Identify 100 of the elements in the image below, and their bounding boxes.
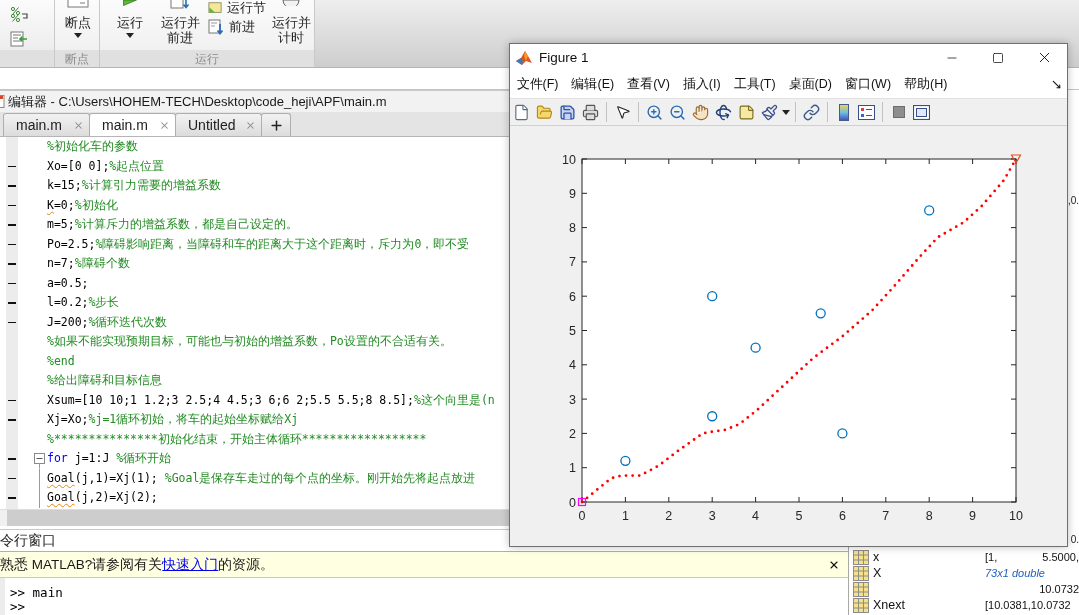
page-icon[interactable] (513, 103, 530, 121)
axis-tick-label: 7 (882, 509, 890, 523)
axis-tick-label: 6 (838, 509, 846, 523)
square-marker (577, 497, 587, 507)
toolstrip-button[interactable]: 运行并计时 (270, 0, 312, 50)
toolstrip-button[interactable]: 运行 (108, 0, 152, 50)
circle-marker (707, 411, 718, 422)
axis-tick-label: 1 (569, 461, 576, 476)
panel-title: 令行窗口 (0, 531, 56, 550)
code-line: Po=2.5;%障碍影响距离，当障碍和车的距离大于这个距离时，斥力为0，即不受 (47, 235, 470, 253)
axis-tick-label: 7 (569, 255, 576, 270)
menu-item[interactable]: 编辑(E) (564, 74, 621, 95)
group-label: 运行 (195, 51, 219, 66)
colorbar-icon[interactable] (838, 103, 849, 121)
axis-tick-label: 9 (969, 509, 977, 523)
legend-icon[interactable] (858, 104, 875, 120)
caret-icon (73, 33, 82, 38)
variable-name: x (873, 550, 880, 564)
circle-marker (837, 428, 848, 439)
percent-icon[interactable] (10, 6, 28, 22)
variable-value: [10.0381,10.0732 (985, 599, 1071, 611)
circle-marker (815, 308, 826, 319)
menu-item[interactable]: 文件(F) (510, 74, 565, 95)
code-line: a=0.5; (47, 274, 89, 292)
code-line: k=15;%计算引力需要的增益系数 (47, 177, 221, 194)
menu-item[interactable]: 插入(I) (676, 74, 728, 95)
horizontal-scrollbar[interactable] (0, 509, 509, 526)
axis-tick-label: 4 (569, 358, 576, 373)
menu-item[interactable]: 查看(V) (620, 74, 677, 95)
command-line: >> (10, 600, 26, 614)
axis-tick-label: 8 (925, 509, 933, 523)
axis-tick-label: 6 (569, 289, 576, 304)
axis-tick-label: 8 (569, 221, 576, 236)
brush-icon[interactable] (761, 103, 778, 121)
page-icon (208, 1, 222, 14)
arrow-icon[interactable] (1051, 79, 1062, 90)
circle-marker (750, 342, 761, 353)
code-line: K=0;%初始化 (47, 196, 118, 214)
window-icon[interactable] (913, 104, 930, 120)
axis-tick-label: 10 (1009, 509, 1023, 523)
new-tab-button[interactable] (261, 113, 291, 136)
grid-icon (853, 549, 869, 565)
printer-icon[interactable] (582, 103, 599, 121)
rotate-icon[interactable] (715, 103, 732, 121)
axis-tick-label: 5 (795, 509, 803, 523)
grid-icon (853, 597, 869, 613)
axis-tick-label: 9 (569, 186, 576, 201)
code-line: %初始化车的参数 (47, 138, 138, 155)
circle-marker (707, 291, 718, 302)
pointer-icon[interactable] (614, 104, 631, 120)
value-text: 0. (1070, 533, 1079, 546)
code-line: Goal(j,2)=Xj(2); (47, 489, 158, 506)
code-line: %end (47, 352, 75, 370)
axis-tick-label: 3 (708, 509, 716, 523)
group-label: 断点 (65, 51, 89, 66)
code-line: m=5;%计算斥力的增益系数，都是自己设定的。 (47, 216, 298, 233)
menu-item[interactable]: 工具(T) (727, 74, 783, 95)
square-icon[interactable] (892, 106, 905, 118)
hand-icon[interactable] (692, 103, 709, 121)
editor-tab[interactable]: Untitled (175, 113, 262, 136)
code-line: Goal(j,1)=Xj(1); %Goal是保存车走过的每个点的坐标。刚开始先将起点放进 (47, 469, 476, 487)
quick-start-link[interactable]: 快速入门 (162, 556, 219, 572)
toolstrip-button[interactable]: 前进 (208, 19, 266, 34)
variable-value: [1, (985, 551, 998, 563)
fold-toggle-icon[interactable] (34, 453, 45, 469)
zoom-in-icon[interactable] (646, 103, 663, 121)
code-line: for j=1:J %循环开始 (47, 450, 172, 467)
axis-tick-label: 2 (569, 426, 576, 441)
editor-title: 编辑器 - C:\Users\HOHEM-TECH\Desktop\code_heji\APF\main.m (8, 92, 387, 111)
axis-tick-label: 0 (569, 495, 576, 510)
zoom-out-icon[interactable] (669, 103, 686, 121)
editor-tab[interactable]: main.m (3, 113, 90, 136)
code-line: J=200;%循环迭代次数 (47, 313, 168, 331)
axis-tick-label: 5 (569, 324, 576, 338)
axis-tick-label: 1 (621, 509, 629, 523)
toolstrip-button[interactable]: 运行节 (208, 0, 266, 15)
variable-name: Xnext (873, 598, 905, 612)
page-arrow-icon (169, 0, 191, 9)
clock-icon (282, 0, 300, 6)
caret-icon (126, 33, 134, 38)
toolstrip-button[interactable]: 运行并前进 (156, 0, 204, 50)
triangle-marker (1010, 154, 1022, 165)
code-line: Xj=Xo;%j=1循环初始，将车的起始坐标赋给Xj (47, 411, 299, 428)
menu-item[interactable]: 帮助(H) (897, 74, 954, 95)
menu-item[interactable]: 窗口(W) (838, 74, 898, 95)
code-line: Xsum=[10 10;1 1.2;3 2.5;4 4.5;3 6;6 2;5.5 5.5;8 8.5];%这个向里是(n (47, 391, 495, 409)
save-icon[interactable] (559, 103, 576, 121)
editor-tab[interactable]: main.m (89, 113, 176, 136)
note-icon[interactable] (738, 103, 755, 121)
code-line: %***************初始化结束，开始主体循环****************** (47, 430, 427, 448)
toolstrip-button[interactable]: 断点 (55, 0, 100, 50)
caret-icon (782, 109, 790, 115)
indent-icon[interactable] (10, 31, 28, 47)
maximize-icon[interactable] (992, 51, 1004, 64)
axis-tick-label: 0 (578, 509, 586, 523)
menu-item[interactable]: 桌面(D) (782, 74, 839, 95)
variable-name: X (873, 566, 882, 580)
folder-icon[interactable] (536, 103, 553, 121)
axis-tick-label: 3 (569, 392, 576, 407)
link-icon[interactable] (803, 103, 820, 121)
